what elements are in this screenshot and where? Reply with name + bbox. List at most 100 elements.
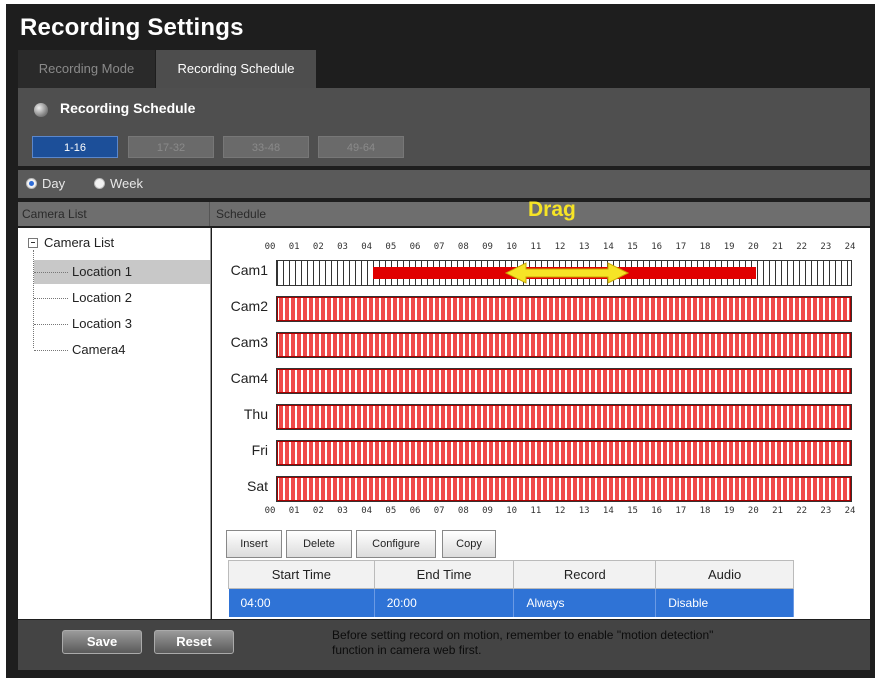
hour-tick-label: 07	[433, 242, 445, 252]
camera-list-header: Camera List	[18, 202, 210, 226]
hour-tick-label: 23	[820, 506, 832, 516]
hour-tick-label: 11	[530, 242, 542, 252]
hour-scale-top: 00 01 02 03 04 05 06 07 08 09 10 11 12 13 14 15 16 17 18 19…	[265, 242, 856, 254]
hour-tick-label: 04	[361, 242, 373, 252]
collapse-icon[interactable]	[28, 238, 38, 248]
save-button[interactable]: Save	[62, 630, 142, 654]
schedule-bar-fri[interactable]	[276, 440, 852, 466]
hour-tick-label: 19	[723, 242, 735, 252]
hour-tick-label: 21	[772, 506, 783, 516]
week-label[interactable]: Week	[110, 176, 143, 191]
hour-tick-label: 20	[747, 242, 759, 252]
row-label-cam3: Cam3	[230, 334, 268, 350]
tree-item-camera4[interactable]: Camera4	[34, 338, 210, 362]
recording-schedule-section: Recording Schedule 1-16 17-32 33-48 49-6…	[18, 88, 870, 166]
schedule-header: Schedule	[216, 207, 267, 221]
bullet-icon	[34, 103, 48, 117]
footer-note: Before setting record on motion, remembe…	[332, 628, 852, 658]
schedule-bar-cam4[interactable]	[276, 368, 852, 394]
insert-button[interactable]: Insert	[226, 530, 282, 558]
hour-tick-label: 15	[627, 242, 638, 252]
hour-tick-label: 08	[457, 242, 469, 252]
hour-tick-label: 24	[844, 506, 856, 516]
hour-tick-label: 18	[699, 506, 711, 516]
hour-tick-label: 02	[312, 242, 324, 252]
hour-tick-label: 09	[482, 242, 493, 252]
table-row[interactable]: 04:00 20:00 Always Disable	[228, 588, 794, 617]
day-radio[interactable]	[26, 178, 37, 189]
tree-item-location-1[interactable]: Location 1	[34, 260, 210, 284]
row-label-cam4: Cam4	[230, 370, 268, 386]
hour-scale-bottom: 00 01 02 03 04 05 06 07 08 09 10 11 12 13 14 15 16 17 18 19…	[265, 506, 856, 518]
schedule-bar-thu[interactable]	[276, 404, 852, 430]
drag-arrow-icon	[504, 262, 630, 284]
hour-tick-label: 11	[530, 506, 542, 516]
tree-item-location-2[interactable]: Location 2	[34, 286, 210, 310]
tab-recording-schedule[interactable]: Recording Schedule	[156, 50, 316, 88]
footer-note-line-1: Before setting record on motion, remembe…	[332, 628, 714, 642]
column-headers: Camera List Schedule	[18, 202, 870, 226]
row-label-fri: Fri	[251, 442, 268, 458]
hour-tick-label: 05	[385, 506, 397, 516]
drag-annotation: Drag	[528, 198, 576, 221]
configure-button[interactable]: Configure	[356, 530, 436, 558]
schedule-bar-cam3[interactable]	[276, 332, 852, 358]
table-header-row: Start Time End Time Record Audio	[228, 560, 794, 589]
copy-button[interactable]: Copy	[442, 530, 496, 558]
row-label-cam2: Cam2	[230, 298, 268, 314]
col-start-time: Start Time	[228, 560, 375, 589]
footer-note-line-2: function in camera web first.	[332, 643, 482, 657]
footer-bar: Save Reset Before setting record on moti…	[18, 620, 870, 670]
app-title: Recording Settings	[20, 14, 244, 41]
hour-tick-label: 23	[820, 242, 832, 252]
hour-tick-label: 18	[699, 242, 711, 252]
hour-tick-label: 13	[578, 242, 590, 252]
range-button-17-32[interactable]: 17-32	[128, 136, 214, 158]
hour-tick-label: 06	[409, 506, 421, 516]
hour-tick-label: 10	[506, 506, 518, 516]
hour-tick-label: 13	[578, 506, 590, 516]
tab-recording-mode[interactable]: Recording Mode	[18, 50, 155, 88]
range-button-49-64[interactable]: 49-64	[318, 136, 404, 158]
schedule-bar-sat[interactable]	[276, 476, 852, 502]
hour-tick-label: 10	[506, 242, 518, 252]
hour-tick-label: 06	[409, 242, 421, 252]
section-title: Recording Schedule	[60, 100, 196, 116]
cell-end-time[interactable]: 20:00	[374, 588, 515, 617]
hour-tick-label: 05	[385, 242, 397, 252]
tree-item-location-3[interactable]: Location 3	[34, 312, 210, 336]
col-audio: Audio	[655, 560, 794, 589]
hour-tick-label: 04	[361, 506, 373, 516]
range-button-1-16[interactable]: 1-16	[32, 136, 118, 158]
hour-tick-label: 16	[651, 242, 663, 252]
hour-tick-label: 09	[482, 506, 493, 516]
view-mode-bar: Day Week	[18, 170, 870, 198]
tree-root[interactable]: Camera List	[44, 235, 114, 250]
hour-tick-label: 00	[264, 242, 276, 252]
row-label-cam1: Cam1	[230, 262, 268, 278]
range-button-33-48[interactable]: 33-48	[223, 136, 309, 158]
week-radio[interactable]	[94, 178, 105, 189]
hour-tick-label: 03	[337, 242, 348, 252]
hour-tick-label: 03	[337, 506, 348, 516]
cell-record[interactable]: Always	[513, 588, 657, 617]
row-label-sat: Sat	[246, 478, 268, 494]
day-label[interactable]: Day	[42, 176, 65, 191]
hour-tick-label: 00	[264, 506, 276, 516]
col-end-time: End Time	[373, 560, 515, 589]
schedule-table: Start Time End Time Record Audio 04:00 2…	[228, 560, 794, 617]
hour-tick-label: 08	[457, 506, 469, 516]
reset-button[interactable]: Reset	[154, 630, 234, 654]
cell-start-time[interactable]: 04:00	[228, 588, 375, 617]
hour-tick-label: 16	[651, 506, 663, 516]
row-label-thu: Thu	[243, 406, 268, 422]
hour-tick-label: 14	[602, 506, 614, 516]
cell-audio[interactable]: Disable	[655, 588, 794, 617]
hour-tick-label: 22	[796, 506, 808, 516]
schedule-bar-cam2[interactable]	[276, 296, 852, 322]
hour-tick-label: 14	[602, 242, 614, 252]
hour-tick-label: 01	[288, 506, 300, 516]
hour-tick-label: 24	[844, 242, 856, 252]
hour-tick-label: 21	[772, 242, 783, 252]
delete-button[interactable]: Delete	[286, 530, 352, 558]
